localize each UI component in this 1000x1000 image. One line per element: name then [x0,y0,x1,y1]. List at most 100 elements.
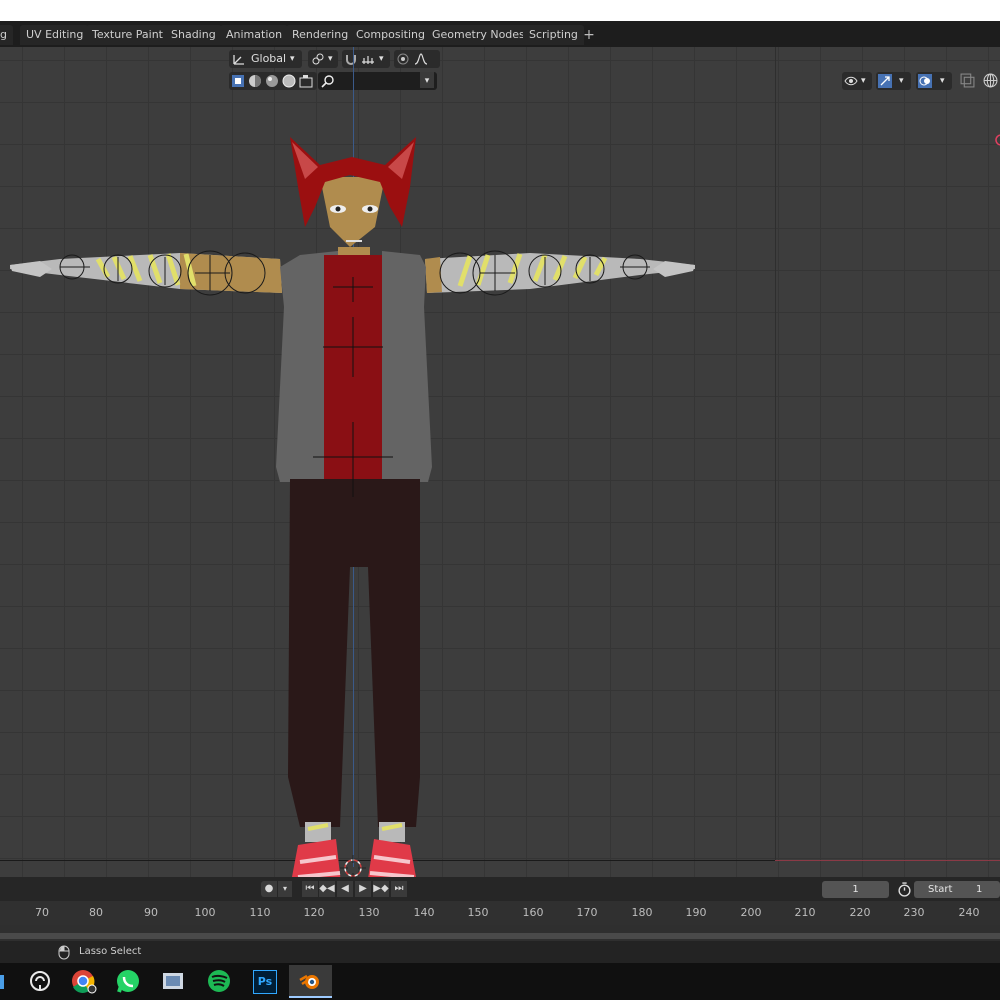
ruler-tick: 70 [35,906,49,919]
proportional-editing-group[interactable] [394,50,440,68]
overlays-dropdown[interactable]: ▾ [916,72,952,90]
tab-label: g [0,28,7,41]
visibility-dropdown[interactable]: ▾ [842,72,872,90]
blender-taskbar-button[interactable] [289,965,332,998]
tab-geometry-nodes[interactable]: Geometry Nodes [426,25,531,45]
spotify-icon[interactable] [199,965,239,998]
auto-keying-button[interactable]: ● [261,881,277,897]
tab-label: Texture Paint [92,28,163,41]
tab-shading[interactable]: Shading [165,25,222,45]
left-pupil [335,206,341,212]
navigation-gizmo-edge[interactable] [993,133,1000,147]
select-box-icon[interactable] [231,74,245,88]
falloff-curve-icon [414,53,428,65]
x-axis-line [775,860,1000,861]
start-frame-field[interactable]: Start 1 [914,881,1000,898]
tab-label: Geometry Nodes [432,28,525,41]
wireframe-shading-icon[interactable] [983,73,998,88]
current-frame-field[interactable]: 1 [822,881,889,898]
ruler-tick: 160 [522,906,544,919]
tab-label: UV Editing [26,28,84,41]
timeline-controls: ● ▾ ⏮ ◆◀ ◀ ▶ ▶◆ ⏭ 1 Start 1 [0,877,1000,901]
ruler-tick: 200 [740,906,762,919]
right-forearm-skin [425,257,442,293]
tab-scripting[interactable]: Scripting [523,25,584,45]
pants [288,479,420,827]
3d-viewport[interactable]: Global ▾ ▾ ▾ ▾ ▾ ▾ ▾ [0,47,1000,877]
jump-to-keyframe-forward-icon[interactable]: ▶◆ [373,881,389,897]
tab-label: Animation [226,28,283,41]
ruler-tick: 100 [194,906,216,919]
3d-cursor[interactable] [340,855,366,877]
solid-shading-icon[interactable] [248,74,262,88]
start-value: 1 [976,884,983,895]
ruler-tick: 220 [849,906,871,919]
snap-increment-icon [362,56,374,64]
ruler-tick: 120 [303,906,325,919]
workspace-tabs-bar: g UV Editing Texture Paint Shading Anima… [0,21,1000,47]
tab-animation[interactable]: Animation [220,25,289,45]
status-action-label: Lasso Select [79,946,142,957]
ruler-tick: 190 [685,906,707,919]
chevron-down-icon: ▾ [861,76,866,86]
gizmo-dropdown[interactable]: ▾ [876,72,911,90]
chevron-down-icon[interactable]: ▾ [420,72,434,88]
jump-to-keyframe-back-icon[interactable]: ◆◀ [319,881,335,897]
files-icon[interactable] [153,965,193,998]
window-top-edge [0,0,1000,21]
github-desktop-icon[interactable] [20,965,60,998]
os-taskbar: Ps [0,963,1000,1000]
xray-icon[interactable] [960,73,975,88]
snapping-group[interactable]: ▾ [342,50,390,68]
right-pupil [367,206,373,212]
tab-rendering[interactable]: Rendering [286,25,355,45]
partial-app-icon[interactable] [0,973,6,991]
tab-uv-editing[interactable]: UV Editing [20,25,90,45]
timeline-editor[interactable]: ● ▾ ⏮ ◆◀ ◀ ▶ ▶◆ ⏭ 1 Start 1 70 80 90 100… [0,877,1000,941]
tab-modeling[interactable]: g [0,25,13,45]
play-reverse-icon[interactable]: ◀ [337,881,353,897]
timeline-scrollbar[interactable] [0,933,1000,939]
character-model[interactable] [0,87,780,877]
chrome-icon[interactable] [63,965,103,998]
chevron-down-icon: ▾ [940,76,945,86]
pivot-point-dropdown[interactable]: ▾ [308,50,338,68]
tab-compositing[interactable]: Compositing [350,25,431,45]
rendered-shading-icon[interactable] [282,74,296,88]
start-label: Start [928,884,953,895]
overlays-icon [918,74,932,88]
photoshop-icon[interactable]: Ps [244,965,284,998]
photoshop-label: Ps [253,970,277,994]
tab-texture-paint[interactable]: Texture Paint [86,25,169,45]
ruler-tick: 110 [249,906,271,919]
jump-to-start-icon[interactable]: ⏮ [302,881,318,897]
ruler-tick: 240 [958,906,980,919]
play-icon[interactable]: ▶ [355,881,371,897]
vest-right [382,251,432,482]
ruler-tick: 90 [144,906,158,919]
orientation-icon [233,55,244,65]
ruler-tick: 170 [576,906,598,919]
ruler-tick: 140 [413,906,435,919]
camera-icon[interactable] [299,74,313,88]
chevron-down-icon[interactable]: ▾ [278,881,292,897]
pivot-icon [312,53,324,65]
ruler-tick: 230 [903,906,925,919]
whatsapp-icon[interactable] [108,965,148,998]
ruler-tick: 180 [631,906,653,919]
tab-label: Shading [171,28,216,41]
timeline-ruler[interactable]: 70 80 90 100 110 120 130 140 150 160 170… [0,901,1000,925]
blender-icon [299,974,319,989]
mouse-left-icon [58,945,70,960]
chevron-down-icon: ▾ [290,54,295,64]
stopwatch-icon[interactable] [897,882,912,897]
tab-label: Scripting [529,28,578,41]
transform-orientation-dropdown[interactable]: Global ▾ [229,50,302,68]
add-workspace-button[interactable]: + [582,25,596,45]
ruler-tick: 210 [794,906,816,919]
material-preview-icon[interactable] [265,74,279,88]
status-bar: Lasso Select [0,941,1000,963]
jump-to-end-icon[interactable]: ⏭ [391,881,407,897]
chevron-down-icon: ▾ [379,54,384,64]
gizmo-icon [878,74,892,88]
